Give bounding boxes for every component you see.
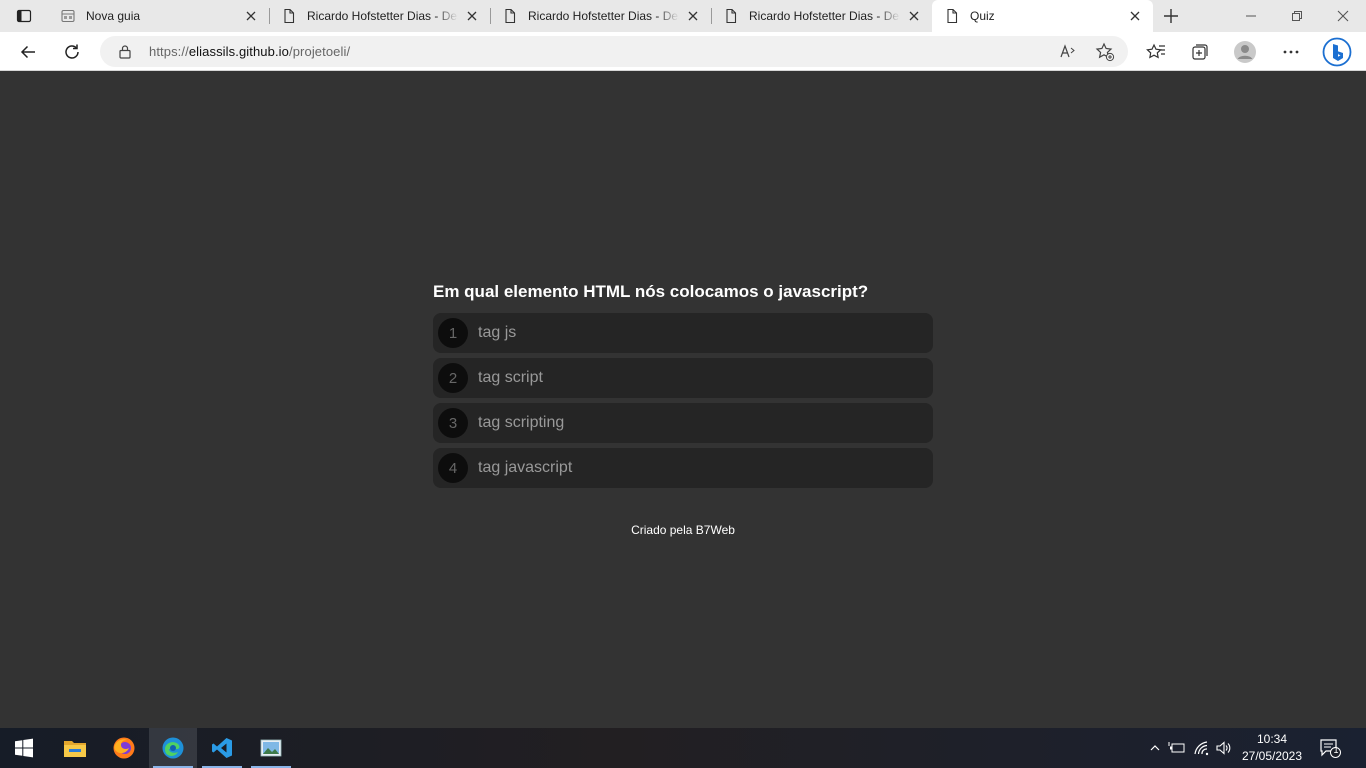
collections-button[interactable] [1184,36,1216,68]
favorites-icon [1146,43,1165,59]
refresh-button[interactable] [56,36,88,68]
page-icon [284,8,295,24]
more-options-icon [1283,50,1299,54]
answer-option-2[interactable]: 2 tag script [433,358,933,398]
clock-date: 27/05/2023 [1241,749,1303,763]
avatar-icon [1234,41,1256,63]
new-tab-page-icon [61,9,75,23]
option-number: 4 [438,453,468,483]
bing-icon [1322,37,1352,67]
folder-icon [64,741,86,757]
taskbar: 10:34 27/05/2023 1 [0,728,1366,768]
option-text: tag js [478,324,517,341]
vscode-icon [212,738,232,758]
tab-title: Ricardo Hofstetter Dias - Desenvolvedor [528,9,679,23]
notification-center-button[interactable]: 1 [1318,738,1342,758]
footer-credit: Criado pela B7Web [631,523,735,537]
option-text: tag script [478,369,543,386]
minimize-button[interactable] [1228,0,1274,32]
taskbar-vscode[interactable] [198,728,246,768]
edge-icon [162,737,184,759]
url-text[interactable]: https://eliassils.github.io/projetoeli/ [149,44,350,59]
quiz-area: Em qual elemento HTML nós colocamos o ja… [433,283,933,493]
tab-actions-button[interactable] [0,0,48,32]
option-number: 2 [438,363,468,393]
close-icon[interactable] [243,8,259,24]
answer-option-3[interactable]: 3 tag scripting [433,403,933,443]
answer-option-4[interactable]: 4 tag javascript [433,448,933,488]
tab-title: Ricardo Hofstetter Dias - Desenvolvedor [749,9,900,23]
tab-title: Nova guia [86,9,141,23]
new-tab-button[interactable] [1153,0,1189,32]
url-host: eliassils.github.io [188,44,290,59]
tab-title: Ricardo Hofstetter Dias - Desenvolvedor [307,9,458,23]
minimize-icon [1246,15,1256,17]
settings-menu-button[interactable] [1275,36,1307,68]
system-clock[interactable]: 10:34 27/05/2023 [1240,731,1304,765]
option-text: tag scripting [478,414,565,431]
option-number: 1 [438,318,468,348]
taskbar-edge[interactable] [149,728,197,768]
battery-icon[interactable] [1167,738,1187,758]
browser-toolbar: https://eliassils.github.io/projetoeli/ [0,32,1366,71]
taskbar-file-explorer[interactable] [51,728,99,768]
collections-icon [1192,44,1208,60]
close-icon[interactable] [906,8,922,24]
plus-icon [1164,9,1178,23]
page-icon [505,8,516,24]
page-icon [947,8,958,24]
tab-ricardo-2[interactable]: Ricardo Hofstetter Dias - Desenvolvedor [490,0,711,32]
notification-count: 1 [1333,745,1339,755]
read-aloud-icon[interactable] [1058,42,1078,62]
windows-start-icon [15,738,33,758]
tab-ricardo-3[interactable]: Ricardo Hofstetter Dias - Desenvolvedor [711,0,932,32]
show-hidden-icons-chevron-up-icon[interactable] [1145,738,1165,758]
close-window-button[interactable] [1320,0,1366,32]
start-button[interactable] [0,728,48,768]
close-icon[interactable] [1127,8,1143,24]
tab-actions-icon [16,9,32,23]
add-favorite-icon[interactable] [1095,42,1115,62]
question-text: Em qual elemento HTML nós colocamos o ja… [433,282,869,301]
tab-title: Quiz [970,9,995,23]
bing-chat-button[interactable] [1321,36,1353,68]
lock-icon[interactable] [118,44,132,59]
close-icon[interactable] [464,8,480,24]
tab-quiz[interactable]: Quiz [932,0,1153,32]
refresh-icon [65,44,79,59]
profile-button[interactable] [1229,36,1261,68]
volume-icon[interactable] [1214,738,1234,758]
tab-nova-guia[interactable]: Nova guia [48,0,269,32]
window-controls [1228,0,1366,32]
page-icon [726,8,737,24]
close-icon [1337,10,1349,22]
wifi-icon[interactable] [1192,738,1212,758]
firefox-icon [113,737,135,759]
back-arrow-icon [20,45,35,59]
url-path: /projetoeli/ [289,44,351,59]
address-bar[interactable]: https://eliassils.github.io/projetoeli/ [100,36,1128,67]
tab-ricardo-1[interactable]: Ricardo Hofstetter Dias - Desenvolvedor [269,0,490,32]
tab-strip: Nova guia Ricardo Hofstetter Dias - Dese… [0,0,1366,32]
restore-icon [1292,11,1302,21]
taskbar-firefox[interactable] [100,728,148,768]
image-viewer-icon [260,739,282,757]
favorites-button[interactable] [1140,36,1172,68]
clock-time: 10:34 [1256,732,1288,746]
option-number: 3 [438,408,468,438]
answer-option-1[interactable]: 1 tag js [433,313,933,353]
taskbar-photos[interactable] [247,728,295,768]
page-viewport: Em qual elemento HTML nós colocamos o ja… [0,71,1366,728]
restore-button[interactable] [1274,0,1320,32]
url-scheme: https:// [149,44,189,59]
option-text: tag javascript [478,459,573,476]
back-button[interactable] [12,36,44,68]
close-icon[interactable] [685,8,701,24]
